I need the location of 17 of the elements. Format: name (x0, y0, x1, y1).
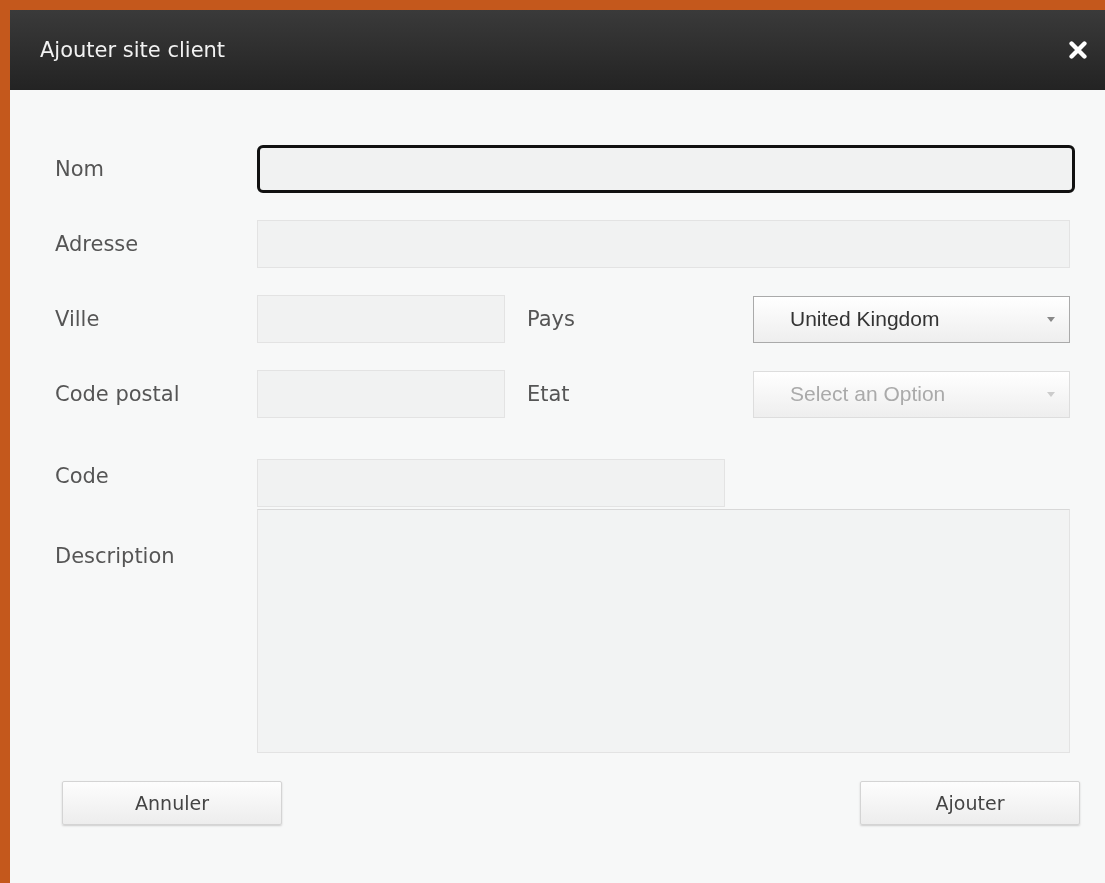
input-field[interactable] (257, 145, 1075, 193)
field-label: Pays (527, 307, 576, 331)
button[interactable]: Annuler (62, 781, 282, 825)
field-label: Etat (527, 382, 571, 406)
field-label: Nom (55, 157, 105, 181)
field-label: Code postal (55, 382, 181, 406)
dropdown[interactable]: United Kingdom (753, 295, 1070, 343)
caret-icon (1047, 391, 1055, 397)
button[interactable]: Ajouter (860, 781, 1080, 825)
close-icon[interactable] (1069, 41, 1087, 59)
field-label: Adresse (55, 232, 140, 256)
dialog-title: Ajouter site client (40, 38, 226, 62)
field-label: Description (55, 544, 176, 568)
caret-icon (1047, 316, 1055, 322)
field-label: Ville (55, 307, 101, 331)
text-area[interactable] (257, 509, 1070, 753)
field-label: Code (55, 464, 110, 488)
